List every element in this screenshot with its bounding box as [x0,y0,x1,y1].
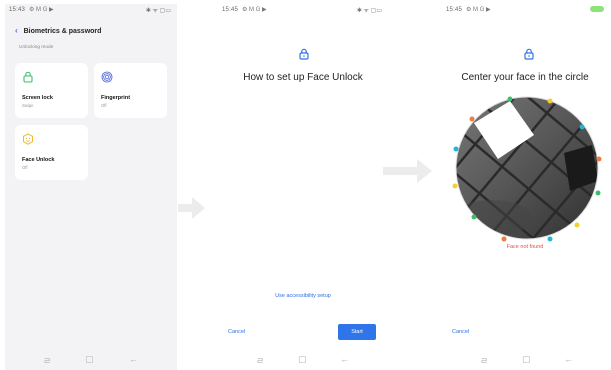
card-fingerprint[interactable]: Fingerprint Off [94,63,167,118]
status-right-icons: ✱ ᯤ ▢▭ [356,8,382,14]
face-icon [23,133,33,145]
status-bar: 15:43 ⚙ M G ▶ ✱ ᯤ ▢▭ [5,4,177,20]
phone-screen-face-setup-intro: 15:45 ⚙ M G ▶ ✱ ᯤ ▢▭ How to set up Face … [218,4,388,370]
cancel-button[interactable]: Cancel [452,329,469,335]
phone-screen-face-scan: 15:45 ⚙ M G ▶ Center your face in the ci… [442,4,608,370]
card-subtitle: Off [22,165,28,170]
status-right-icons: ✱ ᯤ ▢▭ [145,8,171,14]
status-bar: 15:45 ⚙ M G ▶ [442,4,608,20]
section-label: Unlocking mode [19,45,54,50]
transition-arrow-icon [178,197,205,219]
transition-arrow-icon [383,159,432,183]
card-screen-lock[interactable]: Screen lock Swipe [15,63,88,118]
battery-icon [590,6,604,12]
back-arrow-icon[interactable]: ← [340,354,349,364]
header: ‹ Biometrics & password [15,26,101,35]
home-icon[interactable]: ▢ [85,354,94,365]
fingerprint-icon [101,71,113,83]
card-face-unlock[interactable]: Face Unlock Off [15,125,88,180]
recent-apps-icon[interactable]: ㄹ [43,354,51,367]
nav-bar: ㄹ ▢ ← [442,350,608,370]
status-left-icons: ⚙ M G ▶ [242,7,267,13]
card-subtitle: Off [101,103,107,108]
home-icon[interactable]: ▢ [298,354,307,365]
back-arrow-icon[interactable]: ← [564,354,573,364]
phone-screen-biometrics: 15:43 ⚙ M G ▶ ✱ ᯤ ▢▭ ‹ Biometrics & pass… [5,4,177,370]
recent-apps-icon[interactable]: ㄹ [480,354,488,367]
face-scan-viewfinder [452,96,602,242]
status-time: 15:45 [222,7,239,13]
lock-icon [299,48,309,60]
back-chevron-icon[interactable]: ‹ [15,26,18,35]
nav-bar: ㄹ ▢ ← [218,350,388,370]
page-title: Center your face in the circle [461,72,589,83]
status-left-icons: ⚙ M G ▶ [466,7,491,13]
card-title: Screen lock [22,95,53,101]
back-arrow-icon[interactable]: ← [129,354,138,364]
accessibility-setup-link[interactable]: Use accessibility setup [218,293,388,299]
home-icon[interactable]: ▢ [522,354,531,365]
status-time: 15:43 [9,7,26,13]
card-title: Face Unlock [22,157,55,163]
card-subtitle: Swipe [22,103,34,108]
lock-icon [23,71,33,83]
page-title: Biometrics & password [23,28,102,35]
nav-bar: ㄹ ▢ ← [5,350,177,370]
recent-apps-icon[interactable]: ㄹ [256,354,264,367]
page-title: How to set up Face Unlock [243,72,363,83]
status-left-icons: ⚙ M G ▶ [29,7,54,13]
card-title: Fingerprint [101,95,131,101]
start-button[interactable]: Start [338,324,376,340]
status-bar: 15:45 ⚙ M G ▶ ✱ ᯤ ▢▭ [218,4,388,20]
face-status-message: Face not found [506,244,544,250]
lock-icon [524,48,534,60]
cancel-button[interactable]: Cancel [228,329,245,335]
status-time: 15:45 [446,7,463,13]
